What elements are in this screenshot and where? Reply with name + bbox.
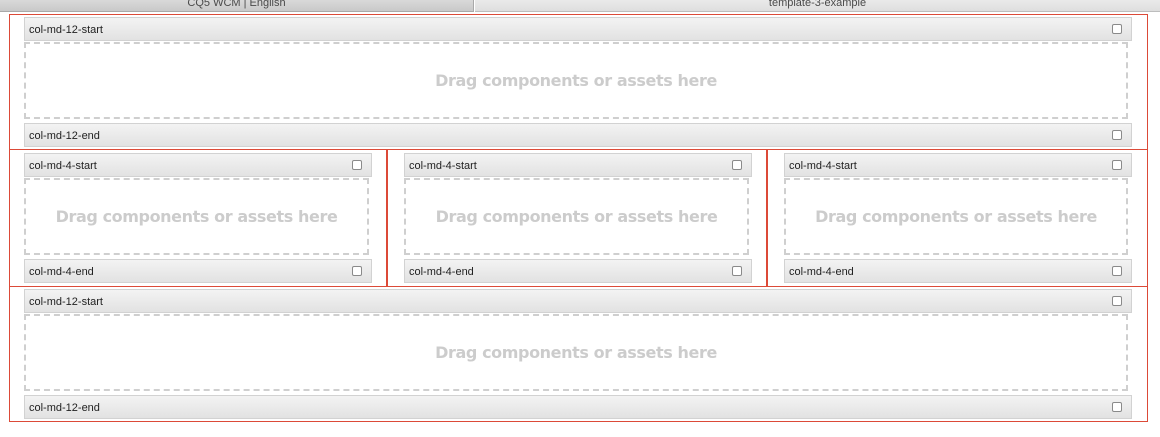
row-2-col-2-end-label: col-md-4-end bbox=[409, 266, 474, 278]
row-2-col-1-start-label: col-md-4-start bbox=[29, 160, 97, 172]
row-2-col-3-end-checkbox[interactable] bbox=[1112, 266, 1122, 276]
row-1-drop-zone[interactable]: Drag components or assets here bbox=[24, 42, 1128, 119]
row-2-col-3-end-label: col-md-4-end bbox=[789, 266, 854, 278]
row-3-end-label: col-md-12-end bbox=[29, 402, 100, 414]
row-3-end-checkbox[interactable] bbox=[1112, 402, 1122, 412]
row-2-col-3-start-checkbox[interactable] bbox=[1112, 160, 1122, 170]
row-2-col-1-end-checkbox[interactable] bbox=[352, 266, 362, 276]
row-2-col-1-end-bar[interactable]: col-md-4-end bbox=[24, 259, 372, 283]
column-divider-2 bbox=[766, 150, 768, 286]
tab-template-3-example[interactable]: template-3-example bbox=[475, 0, 1160, 12]
row-2-col-2-drop-zone[interactable]: Drag components or assets here bbox=[404, 178, 749, 255]
column-divider-1 bbox=[386, 150, 388, 286]
row-2-col-2-start-label: col-md-4-start bbox=[409, 160, 477, 172]
row-2-col-1-end-label: col-md-4-end bbox=[29, 266, 94, 278]
row-3-start-checkbox[interactable] bbox=[1112, 296, 1122, 306]
row-2-col-3-start-bar[interactable]: col-md-4-start bbox=[784, 153, 1132, 177]
row-2-col-2-start-checkbox[interactable] bbox=[732, 160, 742, 170]
row-2-col-2-start-bar[interactable]: col-md-4-start bbox=[404, 153, 752, 177]
row-1-end-label: col-md-12-end bbox=[29, 130, 100, 142]
tab-bar: CQ5 WCM | English template-3-example bbox=[0, 0, 1160, 12]
row-1-start-label: col-md-12-start bbox=[29, 24, 103, 36]
row-1-end-checkbox[interactable] bbox=[1112, 130, 1122, 140]
row-2-col-3-drop-zone[interactable]: Drag components or assets here bbox=[784, 178, 1128, 255]
row-2-col-2-end-bar[interactable]: col-md-4-end bbox=[404, 259, 752, 283]
row-2-col-3-start-label: col-md-4-start bbox=[789, 160, 857, 172]
row-3-start-bar[interactable]: col-md-12-start bbox=[24, 289, 1132, 313]
row-3-drop-zone[interactable]: Drag components or assets here bbox=[24, 314, 1128, 391]
row-2-col-1-drop-zone[interactable]: Drag components or assets here bbox=[24, 178, 369, 255]
row-3-start-label: col-md-12-start bbox=[29, 296, 103, 308]
row-1-start-bar[interactable]: col-md-12-start bbox=[24, 17, 1132, 41]
row-3-end-bar[interactable]: col-md-12-end bbox=[24, 395, 1132, 419]
row-2-col-3-end-bar[interactable]: col-md-4-end bbox=[784, 259, 1132, 283]
row-2-col-1-start-bar[interactable]: col-md-4-start bbox=[24, 153, 372, 177]
tab-cq5-wcm[interactable]: CQ5 WCM | English bbox=[0, 0, 474, 12]
row-1-start-checkbox[interactable] bbox=[1112, 24, 1122, 34]
row-2-col-1-start-checkbox[interactable] bbox=[352, 160, 362, 170]
row-2-col-2-end-checkbox[interactable] bbox=[732, 266, 742, 276]
row-1-end-bar[interactable]: col-md-12-end bbox=[24, 123, 1132, 147]
